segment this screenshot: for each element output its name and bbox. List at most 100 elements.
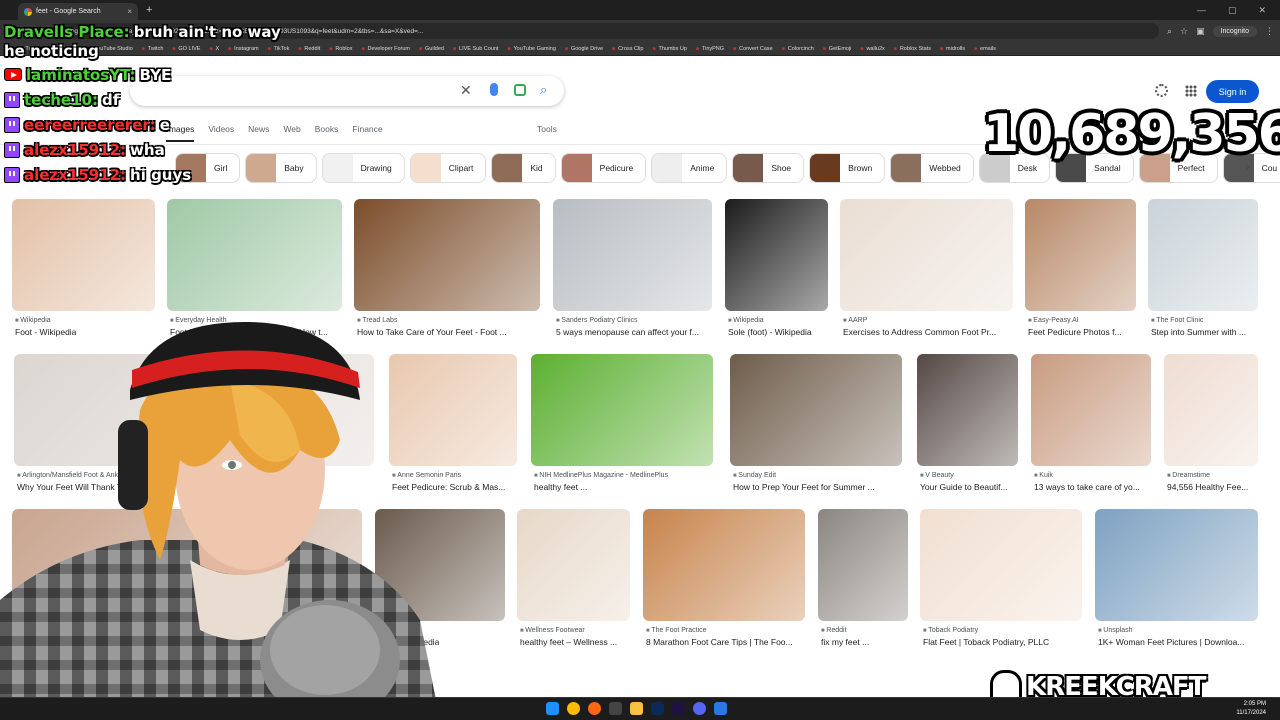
photoshop-icon[interactable]: [651, 702, 664, 715]
browser-menu-icon[interactable]: ⋮: [1265, 26, 1274, 37]
result-image[interactable]: [553, 199, 712, 311]
result-image[interactable]: [730, 354, 902, 466]
result-title[interactable]: 8 Marathon Foot Care Tips | The Foo...: [646, 637, 793, 647]
result-source[interactable]: Dreamstime: [1167, 472, 1210, 479]
close-window-icon[interactable]: ✕: [1258, 5, 1266, 16]
chip-drawing[interactable]: Drawing: [321, 153, 405, 183]
search-icon[interactable]: ⌕: [540, 82, 547, 98]
extensions-icon[interactable]: ▣: [1196, 26, 1205, 37]
result-image[interactable]: [1095, 509, 1258, 621]
result-image[interactable]: [167, 199, 342, 311]
result-title[interactable]: 1K+ Woman Feet Pictures | Downloa...: [1098, 637, 1244, 647]
bookmark-item[interactable]: emails: [974, 46, 996, 52]
new-tab-button[interactable]: +: [146, 4, 152, 16]
result-image[interactable]: [920, 509, 1082, 621]
minimize-icon[interactable]: —: [1197, 5, 1206, 16]
bookmark-item[interactable]: LIVE Sub Count: [453, 46, 498, 52]
zoom-icon[interactable]: ⌕: [1167, 26, 1172, 37]
docs-icon[interactable]: [714, 702, 727, 715]
chip-shoe[interactable]: Shoe: [732, 153, 805, 183]
result-title[interactable]: fix my feet ...: [821, 637, 869, 647]
maximize-icon[interactable]: ▢: [1228, 5, 1237, 16]
voice-search-icon[interactable]: [490, 83, 498, 96]
result-image[interactable]: [517, 509, 630, 621]
result-source[interactable]: Wellness Footwear: [520, 627, 584, 634]
clear-search-icon[interactable]: ✕: [460, 82, 472, 99]
tab-books[interactable]: Books: [315, 124, 339, 142]
bookmark-item[interactable]: Roblox: [329, 46, 352, 52]
result-source[interactable]: The Foot Practice: [646, 627, 706, 634]
chip-pedicure[interactable]: Pedicure: [560, 153, 647, 183]
chip-webbed[interactable]: Webbed: [890, 153, 974, 183]
result-title[interactable]: Step into Summer with ...: [1151, 327, 1246, 337]
result-image[interactable]: [818, 509, 908, 621]
result-source[interactable]: Toback Podiatry: [923, 627, 978, 634]
browser-tab[interactable]: feet - Google Search ×: [18, 3, 138, 20]
result-source[interactable]: Easy-Peasy.AI: [1028, 317, 1078, 324]
bookmark-item[interactable]: Cross Clip: [612, 46, 643, 52]
chrome-icon[interactable]: [567, 702, 580, 715]
discord-icon[interactable]: [693, 702, 706, 715]
sign-in-button[interactable]: Sign in: [1206, 80, 1259, 103]
result-title[interactable]: Sole (foot) - Wikipedia: [728, 327, 812, 337]
bookmark-item[interactable]: YouTube Gaming: [507, 46, 556, 52]
result-image[interactable]: [643, 509, 805, 621]
result-image[interactable]: [1164, 354, 1258, 466]
result-title[interactable]: healthy feet ...: [534, 482, 587, 492]
result-image[interactable]: [12, 199, 155, 311]
firefox-icon[interactable]: [588, 702, 601, 715]
app-icon[interactable]: [609, 702, 622, 715]
bookmark-star-icon[interactable]: ☆: [1180, 26, 1188, 37]
bookmark-item[interactable]: Reddit: [298, 46, 320, 52]
result-title[interactable]: 94,556 Healthy Fee...: [1167, 482, 1248, 492]
result-title[interactable]: 13 ways to take care of yo...: [1034, 482, 1140, 492]
system-clock[interactable]: 2:05 PM 11/17/2024: [1236, 700, 1266, 718]
result-source[interactable]: Unsplash: [1098, 627, 1132, 634]
chip-brown[interactable]: Brown: [809, 153, 886, 183]
chip-anime[interactable]: Anime: [651, 153, 728, 183]
close-tab-icon[interactable]: ×: [127, 7, 132, 16]
bookmark-item[interactable]: Convert Case: [733, 46, 773, 52]
bookmark-item[interactable]: midrolls: [940, 46, 965, 52]
file-explorer-icon[interactable]: [630, 702, 643, 715]
tools-button[interactable]: Tools: [537, 124, 557, 134]
result-title[interactable]: Feet Pedicure Photos f...: [1028, 327, 1122, 337]
result-image[interactable]: [725, 199, 828, 311]
chip-clipart[interactable]: Clipart: [409, 153, 487, 183]
tab-finance[interactable]: Finance: [352, 124, 382, 142]
start-icon[interactable]: [546, 702, 559, 715]
result-source[interactable]: Reddit: [821, 627, 846, 634]
result-title[interactable]: 5 ways menopause can affect your f...: [556, 327, 699, 337]
result-image[interactable]: [531, 354, 713, 466]
result-source[interactable]: Sunday Edit: [733, 472, 776, 479]
result-title[interactable]: Exercises to Address Common Foot Pr...: [843, 327, 996, 337]
result-source[interactable]: The Foot Clinic: [1151, 317, 1203, 324]
bookmark-item[interactable]: Developer Forum: [361, 46, 410, 52]
result-source[interactable]: Kuik: [1034, 472, 1053, 479]
bookmark-item[interactable]: Google Drive: [565, 46, 603, 52]
bookmark-item[interactable]: Thumbs Up: [652, 46, 686, 52]
result-title[interactable]: How to Prep Your Feet for Summer ...: [733, 482, 875, 492]
result-image[interactable]: [1031, 354, 1151, 466]
result-source[interactable]: V Beauty: [920, 472, 953, 479]
settings-gear-icon[interactable]: [1155, 84, 1168, 97]
incognito-badge[interactable]: Incognito: [1212, 25, 1257, 37]
bookmark-item[interactable]: Roblox Stats: [894, 46, 931, 52]
result-image[interactable]: [917, 354, 1018, 466]
result-source[interactable]: AARP: [843, 317, 867, 324]
google-apps-icon[interactable]: [1185, 85, 1197, 97]
bookmark-item[interactable]: TinyPNG: [696, 46, 724, 52]
bookmark-item[interactable]: GetEmoji: [823, 46, 852, 52]
result-title[interactable]: Flat Feet | Toback Podiatry, PLLC: [923, 637, 1049, 647]
result-image[interactable]: [1148, 199, 1258, 311]
tab-web[interactable]: Web: [283, 124, 300, 142]
lens-search-icon[interactable]: [514, 84, 526, 96]
result-title[interactable]: healthy feet – Wellness ...: [520, 637, 617, 647]
chip-kid[interactable]: Kid: [491, 153, 556, 183]
result-image[interactable]: [840, 199, 1013, 311]
bookmark-item[interactable]: Guilded: [419, 46, 444, 52]
result-image[interactable]: [354, 199, 540, 311]
premiere-icon[interactable]: [672, 702, 685, 715]
bookmark-item[interactable]: wallu2x: [860, 46, 884, 52]
result-source[interactable]: NIH MedlinePlus Magazine - MedlinePlus: [534, 472, 668, 479]
